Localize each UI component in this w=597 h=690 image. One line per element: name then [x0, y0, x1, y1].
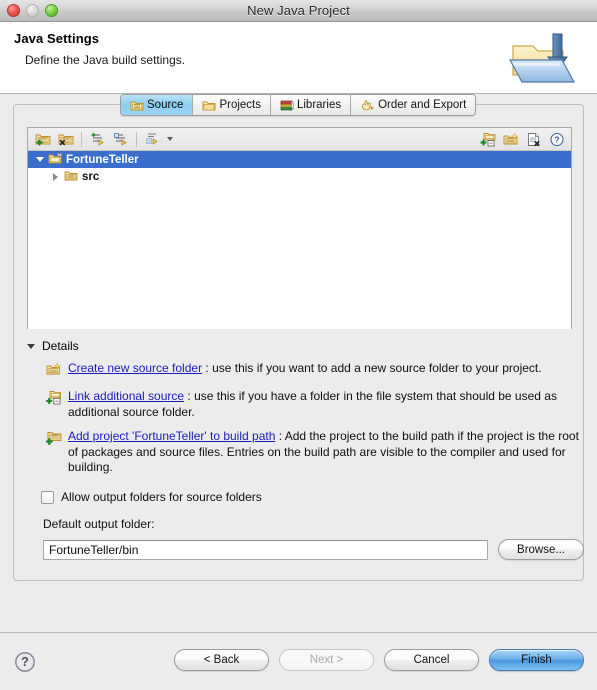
tab-order-and-export-label: Order and Export: [378, 99, 467, 111]
tree-row-src-label: src: [82, 170, 100, 183]
source-folders-tree[interactable]: FortuneTeller src: [28, 151, 571, 329]
detail-item-text: Create new source folder : use this if y…: [68, 361, 586, 377]
link-additional-source-icon: [46, 389, 68, 408]
add-inclusion-filter-icon[interactable]: [87, 130, 108, 149]
close-button[interactable]: [7, 4, 20, 17]
minimize-button[interactable]: [26, 4, 39, 17]
tree-toolbar-right: ?: [477, 128, 567, 151]
toolbar-separator: [81, 131, 82, 147]
details-label: Details: [42, 339, 79, 353]
svg-text:?: ?: [21, 655, 29, 669]
create-folder-icon[interactable]: [500, 130, 521, 149]
tab-source[interactable]: Source: [121, 95, 194, 115]
tree-row-project[interactable]: FortuneTeller: [28, 151, 571, 168]
tab-libraries-label: Libraries: [296, 99, 342, 111]
link-additional-source-link[interactable]: Link additional source: [68, 389, 184, 403]
projects-folder-icon: [202, 99, 216, 112]
details-section-header[interactable]: Details: [27, 339, 79, 353]
cancel-button[interactable]: Cancel: [384, 649, 479, 671]
detail-item-add-project-to-build-path: Add project 'FortuneTeller' to build pat…: [45, 429, 586, 476]
remove-entry-icon[interactable]: [523, 130, 544, 149]
help-circle-icon[interactable]: ?: [14, 651, 36, 673]
tree-row-src[interactable]: src: [28, 168, 571, 185]
expand-arrow-down-icon[interactable]: [34, 154, 45, 165]
detail-item-link-additional-source: Link additional source : use this if you…: [46, 389, 586, 420]
finish-button[interactable]: Finish: [489, 649, 584, 671]
next-button: Next >: [279, 649, 374, 671]
tree-row-project-label: FortuneTeller: [66, 153, 139, 166]
footer-buttons: < Back Next > Cancel Finish: [174, 649, 584, 671]
svg-text:?: ?: [554, 135, 559, 145]
expand-arrow-right-icon[interactable]: [50, 171, 61, 182]
new-java-project-dialog: New Java Project Java Settings Define th…: [0, 0, 597, 690]
window-title: New Java Project: [247, 3, 350, 18]
link-source-icon[interactable]: [477, 130, 498, 149]
dialog-footer: ? < Back Next > Cancel Finish: [0, 632, 597, 690]
tab-projects-label: Projects: [219, 99, 261, 111]
add-exclusion-filter-icon[interactable]: [110, 130, 131, 149]
source-folder-icon: [130, 99, 144, 112]
java-project-icon: [48, 152, 63, 168]
default-output-folder-label: Default output folder:: [43, 517, 155, 531]
detail-item-text: Link additional source : use this if you…: [68, 389, 586, 420]
default-output-folder-row: FortuneTeller/bin Browse...: [43, 539, 584, 560]
create-source-folder-icon: [46, 361, 68, 380]
tab-libraries[interactable]: Libraries: [270, 95, 352, 115]
allow-output-folders-label: Allow output folders for source folders: [61, 490, 262, 504]
default-output-folder-input[interactable]: FortuneTeller/bin: [43, 539, 488, 560]
wizard-header: Java Settings Define the Java build sett…: [0, 22, 597, 94]
build-path-tabs: Source Projects Libraries Order and Expo…: [120, 94, 477, 116]
create-new-source-folder-link[interactable]: Create new source folder: [68, 361, 202, 375]
toolbar-separator: [136, 131, 137, 147]
tree-toolbar: ?: [28, 128, 571, 151]
remove-source-folder-icon[interactable]: [55, 130, 76, 149]
add-project-to-build-path-link[interactable]: Add project 'FortuneTeller' to build pat…: [68, 429, 275, 443]
browse-button[interactable]: Browse...: [498, 539, 584, 560]
java-project-folder-icon: [499, 24, 591, 93]
triangle-down-icon[interactable]: [27, 343, 35, 349]
libraries-books-icon: [280, 99, 294, 112]
details-list: Create new source folder : use this if y…: [45, 361, 586, 485]
detail-item-create-source-folder: Create new source folder : use this if y…: [46, 361, 586, 380]
detail-item-text: Add project 'FortuneTeller' to build pat…: [68, 429, 586, 476]
wizard-body: Source Projects Libraries Order and Expo…: [0, 94, 597, 632]
allow-output-folders-checkbox[interactable]: [41, 490, 54, 504]
tab-source-label: Source: [147, 99, 184, 111]
build-path-group: Source Projects Libraries Order and Expo…: [13, 94, 586, 581]
help-circle-icon[interactable]: ?: [546, 130, 567, 149]
configure-filters-icon[interactable]: [142, 130, 163, 149]
add-source-folder-icon[interactable]: [32, 130, 53, 149]
chevron-down-icon[interactable]: [167, 137, 173, 141]
order-export-hand-icon: [360, 99, 375, 112]
allow-output-folders-row[interactable]: Allow output folders for source folders: [41, 490, 262, 504]
detail-item-desc: : use this if you want to add a new sour…: [202, 361, 542, 375]
source-folders-panel: ? FortuneTeller src: [27, 127, 572, 329]
back-button[interactable]: < Back: [174, 649, 269, 671]
add-project-to-build-path-icon: [45, 429, 68, 448]
tab-order-and-export[interactable]: Order and Export: [351, 95, 476, 115]
zoom-button[interactable]: [45, 4, 58, 17]
tab-projects[interactable]: Projects: [193, 95, 271, 115]
title-bar: New Java Project: [0, 0, 597, 22]
source-folder-icon: [64, 169, 79, 185]
window-controls: [7, 4, 58, 17]
